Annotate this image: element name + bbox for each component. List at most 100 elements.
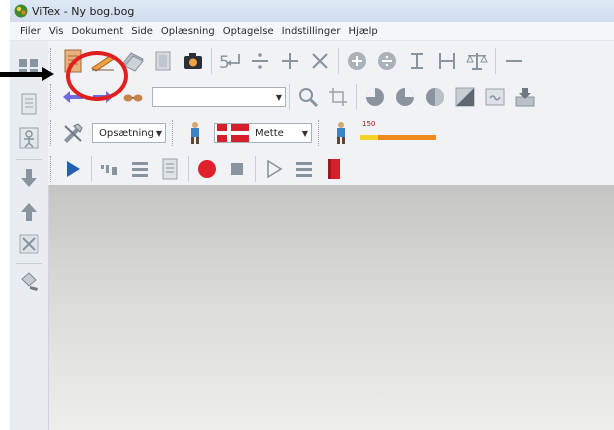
camera-icon xyxy=(184,53,202,69)
camera-button[interactable] xyxy=(178,46,208,76)
toolbar-separator xyxy=(91,156,92,182)
cross-icon xyxy=(312,53,328,69)
page-select[interactable]: ▼ xyxy=(152,87,286,107)
toolbar-grip[interactable] xyxy=(172,120,177,146)
window-title: ViTex - Ny bog.bog xyxy=(32,4,135,18)
toolbar-row-4 xyxy=(48,151,349,187)
image-settings-button[interactable] xyxy=(480,82,510,112)
dropdown-arrow-icon: ▼ xyxy=(301,128,308,138)
page-icon xyxy=(21,93,37,115)
person-frame-button[interactable] xyxy=(16,125,42,151)
paint-button[interactable] xyxy=(16,269,42,295)
arrow-left-icon xyxy=(63,91,83,103)
menu-optagelse[interactable]: Optagelse xyxy=(219,26,278,37)
number-return-icon: 5 xyxy=(219,53,240,72)
image-frame-icon xyxy=(485,88,505,106)
tools-icon xyxy=(64,123,83,143)
blank-page-button[interactable] xyxy=(148,46,178,76)
blank-page-icon xyxy=(155,51,171,71)
document-canvas[interactable] xyxy=(49,185,614,430)
move-up-button[interactable] xyxy=(16,199,42,225)
book-icon xyxy=(64,49,82,73)
minus-icon xyxy=(506,60,522,62)
toolbar-row-3: Opsætning ▼ Mette ▼ 150 xyxy=(48,115,438,151)
recording-lines-button[interactable] xyxy=(289,154,319,184)
stack-pages-icon xyxy=(122,52,144,72)
red-document-icon xyxy=(328,159,340,179)
record-button[interactable] xyxy=(192,154,222,184)
page-view-button[interactable] xyxy=(16,91,42,117)
toolbar-grip[interactable] xyxy=(50,156,55,182)
next-button[interactable] xyxy=(88,82,118,112)
toolbar-row-1: 5 xyxy=(48,43,529,79)
contrast-button[interactable] xyxy=(450,82,480,112)
page-number-button[interactable]: 5 xyxy=(215,46,245,76)
toolbar-separator xyxy=(188,156,189,182)
half-circle-icon xyxy=(426,88,444,106)
app-window: ViTex - Ny bog.bog Filer Vis Dokument Si… xyxy=(10,0,614,430)
divide-button[interactable] xyxy=(245,46,275,76)
text-cursor-button[interactable] xyxy=(402,46,432,76)
layout-grid-button[interactable] xyxy=(16,55,42,81)
menu-filer[interactable]: Filer xyxy=(12,26,45,37)
menu-bar: Filer Vis Dokument Side Oplæsning Optage… xyxy=(10,22,614,41)
pages-button[interactable] xyxy=(118,46,148,76)
menu-oplaesning[interactable]: Oplæsning xyxy=(157,26,219,37)
steps-button[interactable] xyxy=(95,154,125,184)
previous-button[interactable] xyxy=(58,82,88,112)
move-down-button[interactable] xyxy=(16,165,42,191)
menu-hjaelp[interactable]: Hjælp xyxy=(344,26,381,37)
menu-dokument[interactable]: Dokument xyxy=(67,26,127,37)
edit-text-button[interactable] xyxy=(88,46,118,76)
document-button[interactable] xyxy=(155,154,185,184)
toolbar-grip[interactable] xyxy=(318,120,323,146)
lines-icon xyxy=(296,162,312,177)
scales-icon xyxy=(466,53,488,70)
setup-select[interactable]: Opsætning ▼ xyxy=(92,123,166,143)
stop-button[interactable] xyxy=(222,154,252,184)
play-button[interactable] xyxy=(58,154,88,184)
danish-flag-icon xyxy=(217,124,249,142)
arrow-down-icon xyxy=(21,169,37,187)
toolbar-separator xyxy=(289,84,290,110)
person-icon xyxy=(19,127,39,149)
magnifier-icon xyxy=(299,88,319,108)
rotate-half-button[interactable] xyxy=(420,82,450,112)
menu-vis[interactable]: Vis xyxy=(45,26,68,37)
toolbar-grip[interactable] xyxy=(50,120,55,146)
crop-button[interactable] xyxy=(323,82,353,112)
export-button[interactable] xyxy=(510,82,540,112)
left-toolbar-separator xyxy=(16,159,42,160)
rotate-left-button[interactable] xyxy=(360,82,390,112)
setup-tools-button[interactable] xyxy=(58,118,88,148)
red-document-button[interactable] xyxy=(319,154,349,184)
record-icon xyxy=(198,160,216,178)
open-book-button[interactable] xyxy=(58,46,88,76)
width-button[interactable] xyxy=(432,46,462,76)
menu-indstillinger[interactable]: Indstillinger xyxy=(278,26,345,37)
speaker-person-button[interactable] xyxy=(180,118,210,148)
lines-button[interactable] xyxy=(125,154,155,184)
rotate-left-icon xyxy=(366,88,384,106)
zoom-in-button[interactable] xyxy=(342,46,372,76)
delete-frame-button[interactable] xyxy=(16,231,42,257)
rotate-right-button[interactable] xyxy=(390,82,420,112)
add-button[interactable] xyxy=(275,46,305,76)
zoom-divide-button[interactable] xyxy=(372,46,402,76)
speed-level[interactable]: 150 xyxy=(358,118,438,148)
play-recording-button[interactable] xyxy=(259,154,289,184)
speaker-level-button[interactable] xyxy=(326,118,356,148)
toolbar-separator xyxy=(495,48,496,74)
glasses-button[interactable] xyxy=(118,82,148,112)
balance-button[interactable] xyxy=(462,46,492,76)
minus-button[interactable] xyxy=(499,46,529,76)
menu-side[interactable]: Side xyxy=(127,26,157,37)
voice-select[interactable]: Mette ▼ xyxy=(214,123,312,143)
remove-button[interactable] xyxy=(305,46,335,76)
toolbar-separator xyxy=(338,48,339,74)
play-outline-icon xyxy=(267,159,283,179)
toolbar-grip[interactable] xyxy=(50,84,55,110)
left-toolbar xyxy=(10,41,49,430)
dropdown-arrow-icon: ▼ xyxy=(155,128,162,138)
search-button[interactable] xyxy=(293,82,323,112)
